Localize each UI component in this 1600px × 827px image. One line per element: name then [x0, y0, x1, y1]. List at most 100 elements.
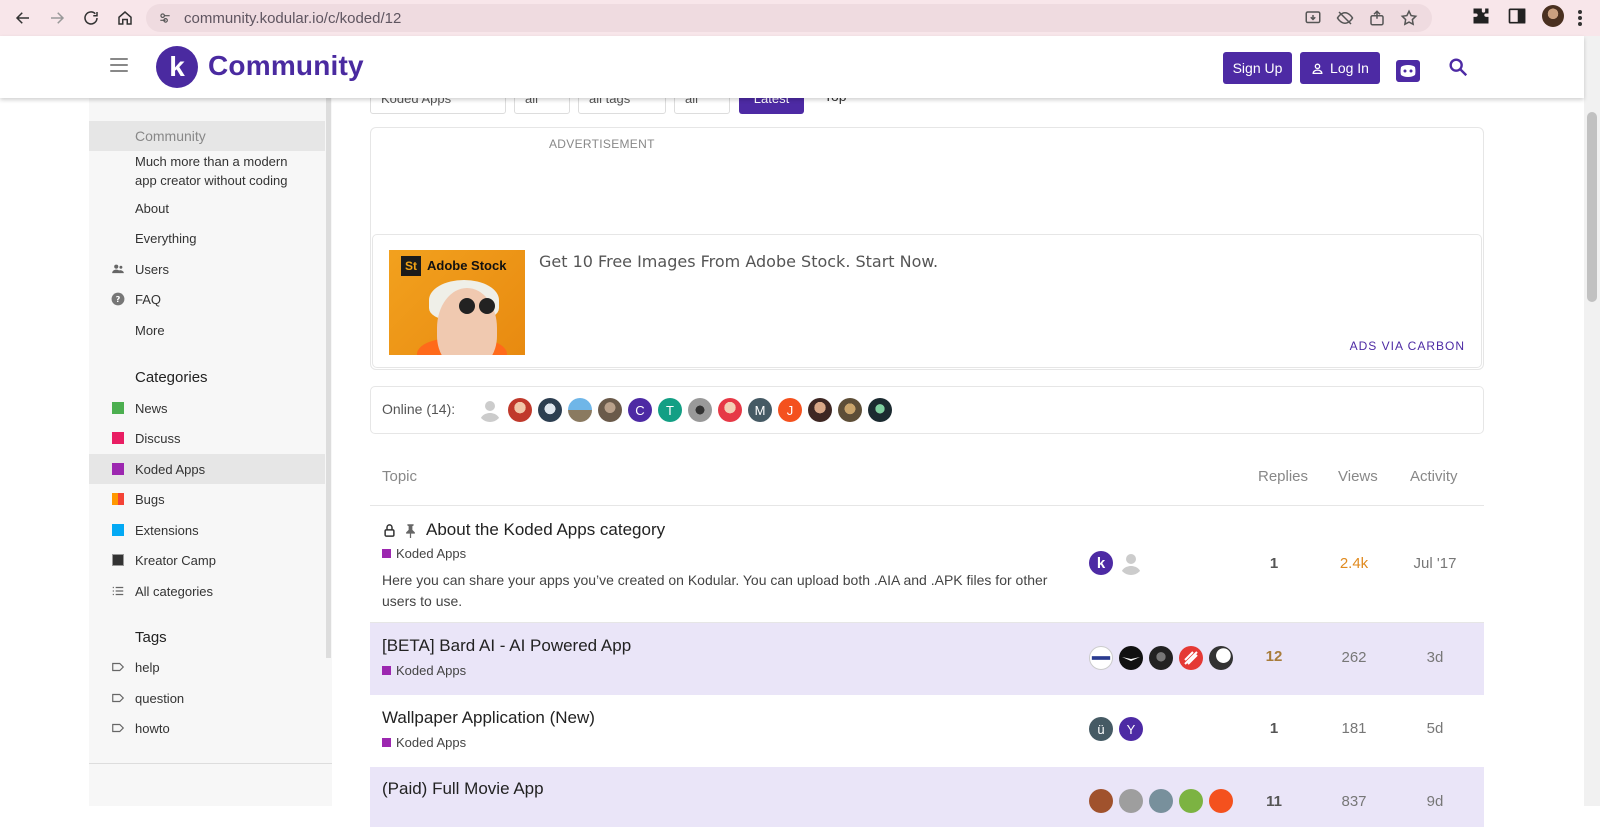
- avatar[interactable]: [868, 398, 892, 422]
- avatar[interactable]: [1209, 646, 1233, 670]
- table-row[interactable]: Wallpaper Application (New) Koded Apps ü…: [370, 695, 1484, 767]
- profile-avatar[interactable]: [1542, 5, 1564, 27]
- avatar[interactable]: ü: [1089, 717, 1113, 741]
- community-logo[interactable]: k: [156, 46, 198, 88]
- sidebar-category-news[interactable]: News: [89, 393, 325, 423]
- avatar[interactable]: [808, 398, 832, 422]
- forward-icon[interactable]: [42, 3, 72, 33]
- topic-title-link[interactable]: About the Koded Apps category: [426, 520, 665, 540]
- avatar[interactable]: [1149, 789, 1173, 813]
- avatar[interactable]: [1119, 551, 1143, 575]
- ad-text[interactable]: Get 10 Free Images From Adobe Stock. Sta…: [539, 252, 938, 271]
- table-row[interactable]: (Paid) Full Movie App 11 837 9d: [370, 767, 1484, 827]
- avatar[interactable]: Y: [1119, 717, 1143, 741]
- hamburger-menu-icon[interactable]: [110, 58, 128, 72]
- avatar[interactable]: J: [778, 398, 802, 422]
- sidebar-tag-question[interactable]: question: [89, 683, 325, 713]
- sidebar-scrollbar[interactable]: [326, 98, 331, 658]
- sign-up-button[interactable]: Sign Up: [1223, 52, 1292, 84]
- sidebar-item-faq[interactable]: ? FAQ: [89, 284, 325, 314]
- address-bar[interactable]: community.kodular.io/c/koded/12: [146, 4, 1432, 32]
- avatar[interactable]: [688, 398, 712, 422]
- log-in-label: Log In: [1330, 60, 1369, 76]
- log-in-button[interactable]: Log In: [1300, 52, 1380, 84]
- sidebar-tag-howto[interactable]: howto: [89, 713, 325, 743]
- activity-date[interactable]: 9d: [1400, 793, 1470, 810]
- sidebar-section-community[interactable]: Community: [89, 121, 325, 151]
- avatar[interactable]: [838, 398, 862, 422]
- avatar[interactable]: [508, 398, 532, 422]
- activity-date[interactable]: 3d: [1400, 649, 1470, 666]
- site-title[interactable]: Community: [208, 50, 364, 82]
- scrollbar-thumb[interactable]: [1587, 112, 1597, 302]
- sidebar-item-more[interactable]: More: [89, 315, 325, 345]
- topic-column-header[interactable]: Topic: [382, 468, 417, 485]
- avatar[interactable]: [1209, 789, 1233, 813]
- avatar[interactable]: [1119, 646, 1143, 670]
- sidebar-category-bugs[interactable]: Bugs: [89, 484, 325, 514]
- tracking-blocked-icon[interactable]: [1336, 9, 1354, 27]
- reply-count[interactable]: 1: [1250, 720, 1298, 737]
- adobe-stock-logo: St: [401, 256, 421, 276]
- reply-count[interactable]: 1: [1250, 555, 1298, 572]
- back-icon[interactable]: [8, 3, 38, 33]
- categories-heading[interactable]: Categories: [135, 369, 208, 386]
- sidebar-category-koded-apps[interactable]: Koded Apps: [89, 454, 325, 484]
- avatar[interactable]: [718, 398, 742, 422]
- topic-category-badge[interactable]: Koded Apps: [382, 546, 466, 561]
- install-app-icon[interactable]: [1304, 9, 1322, 27]
- avatar[interactable]: [598, 398, 622, 422]
- topic-title-link[interactable]: (Paid) Full Movie App: [382, 779, 544, 799]
- avatar[interactable]: k: [1089, 551, 1113, 575]
- view-count: 837: [1341, 793, 1367, 810]
- discord-icon[interactable]: [1396, 60, 1420, 82]
- table-row[interactable]: [BETA] Bard AI - AI Powered App Koded Ap…: [370, 623, 1484, 695]
- avatar[interactable]: [1089, 789, 1113, 813]
- topic-category-badge[interactable]: Koded Apps: [382, 663, 466, 678]
- bookmark-star-icon[interactable]: [1400, 9, 1418, 27]
- table-row[interactable]: About the Koded Apps category Koded Apps…: [370, 506, 1484, 622]
- avatar[interactable]: [1089, 646, 1113, 670]
- tags-heading[interactable]: Tags: [135, 629, 167, 646]
- site-info-icon[interactable]: [158, 11, 172, 25]
- carbon-ad[interactable]: St Adobe Stock Get 10 Free Images From A…: [372, 234, 1482, 368]
- avatar[interactable]: M: [748, 398, 772, 422]
- search-icon[interactable]: [1447, 56, 1469, 78]
- topic-title-link[interactable]: Wallpaper Application (New): [382, 708, 595, 728]
- avatar[interactable]: [478, 398, 502, 422]
- topic-title-link[interactable]: [BETA] Bard AI - AI Powered App: [382, 636, 631, 656]
- sidebar-tag-help[interactable]: help: [89, 652, 325, 682]
- views-column-header[interactable]: Views: [1338, 468, 1378, 485]
- sidebar-item-everything[interactable]: Everything: [89, 223, 325, 253]
- ads-via-carbon-link[interactable]: ADS VIA CARBON: [1350, 339, 1465, 353]
- avatar[interactable]: [1149, 646, 1173, 670]
- reload-icon[interactable]: [76, 3, 106, 33]
- replies-column-header[interactable]: Replies: [1258, 468, 1308, 485]
- sidebar-category-kreator-camp[interactable]: Kreator Camp: [89, 545, 325, 575]
- avatar[interactable]: C: [628, 398, 652, 422]
- side-panel-icon[interactable]: [1506, 5, 1528, 27]
- sidebar-category-discuss[interactable]: Discuss: [89, 423, 325, 453]
- sidebar-all-categories[interactable]: All categories: [89, 576, 325, 606]
- activity-date[interactable]: Jul '17: [1400, 555, 1470, 572]
- avatar[interactable]: T: [658, 398, 682, 422]
- reply-count[interactable]: 11: [1250, 793, 1298, 810]
- avatar[interactable]: [538, 398, 562, 422]
- sidebar-item-about[interactable]: About: [89, 193, 325, 223]
- ad-image[interactable]: St Adobe Stock: [389, 250, 525, 355]
- page-scrollbar[interactable]: [1584, 36, 1600, 806]
- share-icon[interactable]: [1368, 9, 1386, 27]
- reply-count[interactable]: 12: [1250, 648, 1298, 665]
- extensions-icon[interactable]: [1470, 5, 1492, 27]
- topic-category-badge[interactable]: Koded Apps: [382, 735, 466, 750]
- activity-date[interactable]: 5d: [1400, 720, 1470, 737]
- browser-menu-icon[interactable]: [1578, 10, 1582, 26]
- avatar[interactable]: [568, 398, 592, 422]
- sidebar-item-users[interactable]: Users: [89, 254, 325, 284]
- home-icon[interactable]: [110, 3, 140, 33]
- activity-column-header[interactable]: Activity: [1410, 468, 1458, 485]
- avatar[interactable]: [1119, 789, 1143, 813]
- avatar[interactable]: [1179, 646, 1203, 670]
- avatar[interactable]: [1179, 789, 1203, 813]
- sidebar-category-extensions[interactable]: Extensions: [89, 515, 325, 545]
